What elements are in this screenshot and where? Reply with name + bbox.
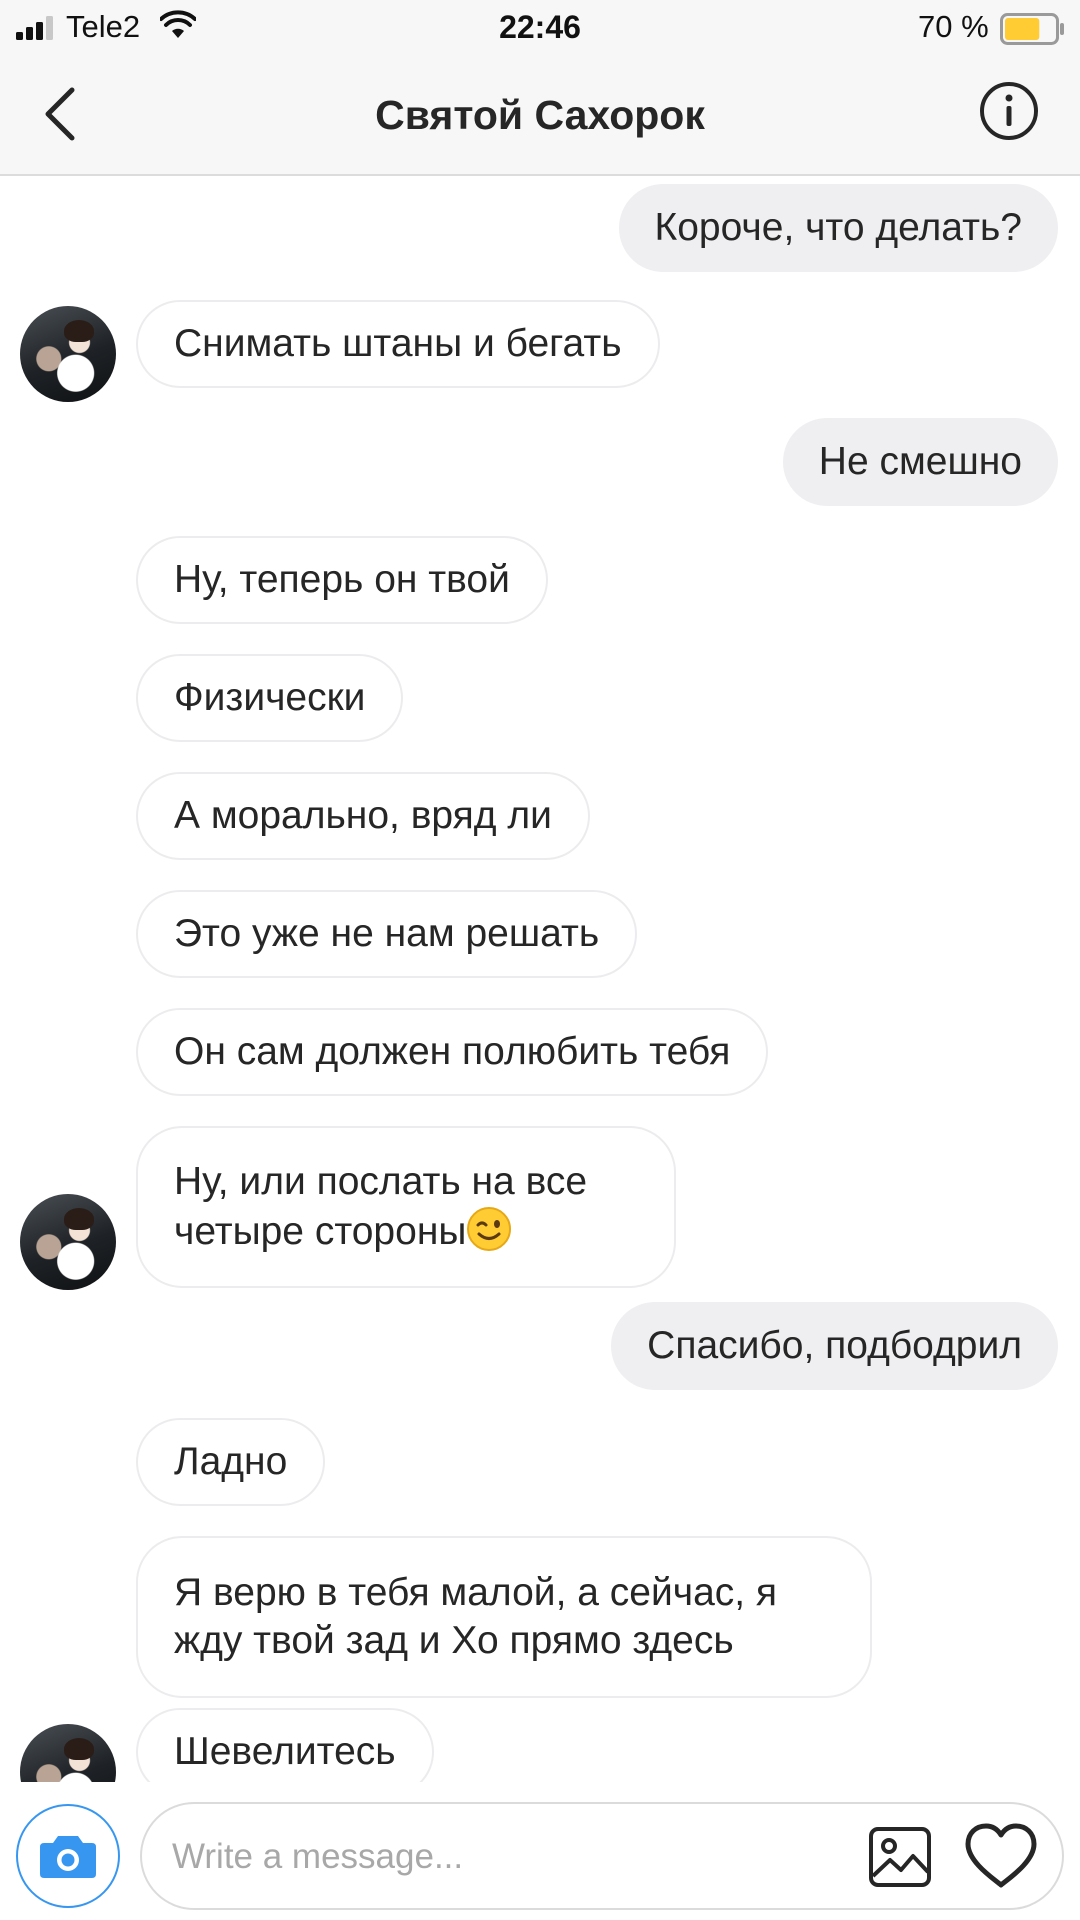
message-composer xyxy=(0,1784,1080,1920)
message-input-wrapper xyxy=(140,1802,1064,1910)
message-bubble-incoming[interactable]: Ну, теперь он твой xyxy=(136,536,548,624)
heart-icon[interactable] xyxy=(964,1822,1038,1890)
message-text: Я верю в тебя малой, а сейчас, я жду тво… xyxy=(174,1571,778,1662)
message-text: Это уже не нам решать xyxy=(174,912,600,955)
message-bubble-incoming[interactable]: Я верю в тебя малой, а сейчас, я жду тво… xyxy=(136,1536,872,1698)
message-text: Ладно xyxy=(174,1440,288,1483)
message-text: Физически xyxy=(174,676,366,719)
message-text: Не смешно xyxy=(818,440,1022,483)
message-text: Спасибо, подбодрил xyxy=(647,1324,1022,1367)
message-bubble-incoming[interactable]: Физически xyxy=(136,654,404,742)
status-bar: Tele2 22:46 70 % xyxy=(0,0,1080,58)
message-text: А морально, вряд ли xyxy=(174,794,552,837)
message-content: Ну, или послать на все четыре стороны xyxy=(174,1158,638,1256)
message-bubble-incoming[interactable]: Ладно xyxy=(136,1418,326,1506)
battery-icon xyxy=(1000,13,1064,45)
message-bubble-outgoing[interactable]: Не смешно xyxy=(782,418,1058,506)
message-bubble-incoming[interactable]: Снимать штаны и бегать xyxy=(136,300,660,388)
message-text: Он сам должен полюбить тебя xyxy=(174,1030,731,1073)
winking-face-icon xyxy=(467,1207,512,1251)
message-bubble-incoming[interactable]: Он сам должен полюбить тебя xyxy=(136,1008,769,1096)
message-bubble-outgoing[interactable]: Спасибо, подбодрил xyxy=(611,1302,1058,1390)
message-bubble-incoming[interactable]: Это уже не нам решать xyxy=(136,890,638,978)
message-text: Снимать штаны и бегать xyxy=(174,322,622,365)
message-input[interactable] xyxy=(170,1828,854,1886)
info-icon[interactable] xyxy=(978,80,1040,142)
message-text: Шевелитесь xyxy=(174,1730,396,1773)
message-text: Ну, теперь он твой xyxy=(174,558,510,601)
avatar[interactable] xyxy=(20,306,116,402)
message-bubble-outgoing[interactable]: Короче, что делать? xyxy=(618,184,1058,272)
camera-icon xyxy=(40,1836,96,1878)
image-icon[interactable] xyxy=(868,1826,932,1888)
avatar[interactable] xyxy=(20,1724,116,1782)
chat-title[interactable]: Святой Сахорок xyxy=(0,92,1080,139)
battery-percent: 70 % xyxy=(918,9,989,44)
message-text: Короче, что делать? xyxy=(654,206,1023,249)
message-bubble-incoming[interactable]: А морально, вряд ли xyxy=(136,772,590,860)
message-text: Ну, или послать на все четыре стороны xyxy=(174,1160,588,1253)
message-bubble-incoming[interactable]: Шевелитесь xyxy=(136,1708,434,1782)
message-thread[interactable]: Короче, что делать? Снимать штаны и бега… xyxy=(0,176,1080,1782)
avatar[interactable] xyxy=(20,1194,116,1290)
message-bubble-incoming[interactable]: Ну, или послать на все четыре стороны xyxy=(136,1126,676,1288)
camera-button[interactable] xyxy=(16,1804,120,1908)
chat-header: Святой Сахорок xyxy=(0,58,1080,176)
